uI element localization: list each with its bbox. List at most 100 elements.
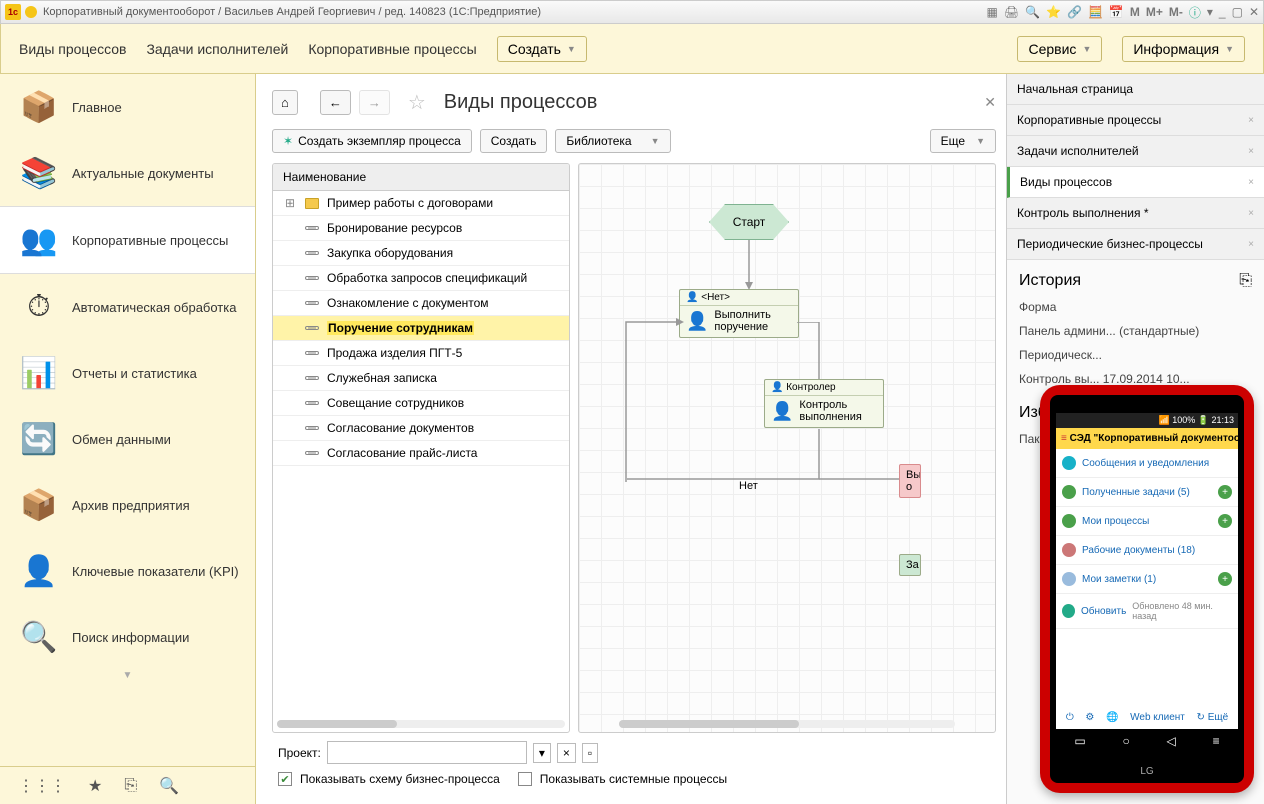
- preview-icon[interactable]: 🔍: [1025, 5, 1040, 19]
- history-item[interactable]: Форма: [1019, 300, 1252, 314]
- phone-footer-item[interactable]: ↻ Ещё: [1197, 712, 1229, 723]
- m-button[interactable]: M: [1130, 5, 1140, 19]
- calc-icon[interactable]: 🧮: [1088, 5, 1103, 19]
- history-tool-icon[interactable]: ⎘: [1239, 272, 1252, 290]
- phone-row[interactable]: Рабочие документы (18): [1056, 536, 1238, 565]
- close-icon[interactable]: ✕: [1249, 5, 1259, 19]
- cmd-link[interactable]: Задачи исполнителей: [146, 41, 288, 57]
- project-input[interactable]: [327, 741, 527, 764]
- phone-row[interactable]: Мои заметки (1)+: [1056, 565, 1238, 594]
- nav-item[interactable]: 📚Актуальные документы: [0, 140, 255, 206]
- dropdown-icon[interactable]: ▾: [1207, 5, 1213, 19]
- star-outline-icon[interactable]: ☆: [408, 90, 426, 115]
- phone-row[interactable]: ОбновитьОбновлено 48 мин. назад: [1056, 594, 1238, 629]
- create-button[interactable]: Создать▼: [497, 36, 587, 62]
- cmd-link[interactable]: Корпоративные процессы: [308, 41, 476, 57]
- android-back-icon[interactable]: ◁: [1167, 734, 1176, 748]
- phone-footer-item[interactable]: ⏻: [1066, 712, 1074, 723]
- diagram-scrollbar[interactable]: [619, 720, 955, 728]
- star-icon[interactable]: ⭐: [1046, 5, 1061, 19]
- phone-row[interactable]: Мои процессы+: [1056, 507, 1238, 536]
- nav-item[interactable]: 📊Отчеты и статистика: [0, 340, 255, 406]
- nav-item[interactable]: 🔍Поиск информации: [0, 604, 255, 670]
- right-tab[interactable]: Начальная страница: [1007, 74, 1264, 105]
- dropdown-dot[interactable]: [25, 6, 37, 18]
- diagram-label: Нет: [739, 480, 758, 492]
- list-row[interactable]: Согласование прайс-листа: [273, 441, 569, 466]
- nav-item[interactable]: ⏱Автоматическая обработка: [0, 274, 255, 340]
- right-tab[interactable]: Контроль выполнения *×: [1007, 198, 1264, 229]
- calendar-icon[interactable]: 📅: [1109, 5, 1124, 19]
- right-tab[interactable]: Задачи исполнителей×: [1007, 136, 1264, 167]
- right-tab[interactable]: Периодические бизнес-процессы×: [1007, 229, 1264, 260]
- list-row[interactable]: Обработка запросов спецификаций: [273, 266, 569, 291]
- diagram-area[interactable]: Старт 👤 <Нет> 👤Выполнить поручение 👤 Кон…: [578, 163, 996, 733]
- list-row[interactable]: Закупка оборудования: [273, 241, 569, 266]
- list-row[interactable]: Согласование документов: [273, 416, 569, 441]
- list-row[interactable]: Служебная записка: [273, 366, 569, 391]
- library-button[interactable]: Библиотека▼: [555, 129, 670, 153]
- service-button[interactable]: Сервис▼: [1017, 36, 1102, 62]
- project-dropdown-button[interactable]: ▾: [533, 743, 551, 763]
- print-icon[interactable]: 🖨: [1004, 5, 1019, 19]
- grid-icon[interactable]: ⋮⋮⋮: [18, 776, 66, 796]
- link-icon[interactable]: 🔗: [1067, 5, 1082, 19]
- diagram-green-node[interactable]: За: [899, 554, 921, 576]
- info-button[interactable]: Информация▼: [1122, 36, 1245, 62]
- phone-row[interactable]: Полученные задачи (5)+: [1056, 478, 1238, 507]
- diagram-red-node[interactable]: Вы о: [899, 464, 921, 498]
- nav-item[interactable]: 🔄Обмен данными: [0, 406, 255, 472]
- list-row[interactable]: Совещание сотрудников: [273, 391, 569, 416]
- right-tab[interactable]: Корпоративные процессы×: [1007, 105, 1264, 136]
- forward-button[interactable]: →: [359, 90, 390, 115]
- diagram-node[interactable]: 👤 <Нет> 👤Выполнить поручение: [679, 289, 799, 338]
- m-plus-button[interactable]: M+: [1146, 5, 1163, 19]
- phone-footer-item[interactable]: Web клиент: [1130, 712, 1185, 723]
- create-instance-button[interactable]: ✶Создать экземпляр процесса: [272, 129, 472, 153]
- diagram-node[interactable]: 👤 Контролер 👤Контроль выполнения: [764, 379, 884, 428]
- list-row[interactable]: Ознакомление с документом: [273, 291, 569, 316]
- nav-item[interactable]: 📦Архив предприятия: [0, 472, 255, 538]
- history-item[interactable]: Панель админи... (стандартные): [1019, 324, 1252, 338]
- project-open-button[interactable]: ▫: [582, 743, 598, 763]
- search-icon[interactable]: 🔍: [159, 776, 179, 796]
- info-icon[interactable]: ⓘ: [1189, 4, 1201, 21]
- minimize-icon[interactable]: _: [1219, 5, 1226, 19]
- home-button[interactable]: ⌂: [272, 90, 298, 115]
- nav-item[interactable]: 👤Ключевые показатели (KPI): [0, 538, 255, 604]
- more-button[interactable]: Еще▼: [930, 129, 996, 153]
- diagram-start[interactable]: Старт: [709, 204, 789, 240]
- phone-row[interactable]: Сообщения и уведомления: [1056, 449, 1238, 478]
- create-button[interactable]: Создать: [480, 129, 548, 153]
- project-clear-button[interactable]: ×: [557, 743, 576, 763]
- history-item[interactable]: Контроль вы... 17.09.2014 10...: [1019, 372, 1252, 386]
- history-item[interactable]: Периодическ...: [1019, 348, 1252, 362]
- list-icon[interactable]: ⎘: [124, 777, 137, 795]
- m-minus-button[interactable]: M-: [1169, 5, 1183, 19]
- project-label: Проект:: [278, 746, 321, 760]
- show-schema-checkbox[interactable]: ✔Показывать схему бизнес-процесса: [278, 772, 500, 786]
- phone-mockup: 📶 100% 🔋 21:13 ≡ СЭД "Корпоративный доку…: [1040, 385, 1254, 793]
- favorites-icon[interactable]: ★: [88, 776, 102, 796]
- left-nav: 📦Главное📚Актуальные документы👥Корпоратив…: [0, 74, 256, 804]
- show-system-checkbox[interactable]: Показывать системные процессы: [518, 772, 727, 786]
- back-button[interactable]: ←: [320, 90, 351, 115]
- phone-footer-item[interactable]: 🌐: [1106, 712, 1118, 723]
- list-row[interactable]: Бронирование ресурсов: [273, 216, 569, 241]
- close-page-button[interactable]: ✕: [984, 94, 996, 111]
- android-home-icon[interactable]: ○: [1123, 734, 1130, 748]
- android-menu-icon[interactable]: ▭: [1074, 734, 1085, 748]
- list-row[interactable]: ⊞Пример работы с договорами: [273, 191, 569, 216]
- phone-title: СЭД "Корпоративный документооб...: [1070, 433, 1238, 444]
- right-tab[interactable]: Виды процессов×: [1007, 167, 1264, 198]
- list-row[interactable]: Продажа изделия ПГТ-5: [273, 341, 569, 366]
- cmd-link[interactable]: Виды процессов: [19, 41, 126, 57]
- nav-item[interactable]: 👥Корпоративные процессы: [0, 206, 255, 274]
- android-overview-icon[interactable]: ≡: [1213, 734, 1220, 748]
- app-logo: 1c: [5, 4, 21, 20]
- tool-icon[interactable]: ▦: [987, 5, 998, 19]
- nav-item[interactable]: 📦Главное: [0, 74, 255, 140]
- phone-footer-item[interactable]: ⚙: [1085, 712, 1094, 723]
- maximize-icon[interactable]: ▢: [1232, 5, 1243, 19]
- list-row[interactable]: Поручение сотрудникам: [273, 316, 569, 341]
